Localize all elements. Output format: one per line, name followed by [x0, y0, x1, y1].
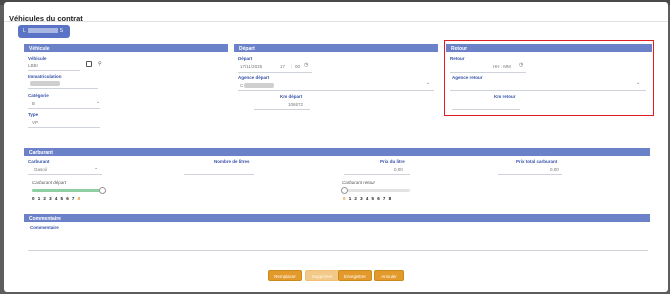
vehicle-checkbox[interactable]	[86, 61, 92, 67]
registration-label: Immatriculation	[28, 74, 62, 79]
fuel-start-fill	[32, 189, 102, 192]
delete-button[interactable]: Supprimer	[305, 270, 339, 281]
search-icon[interactable]: ⚲	[98, 62, 102, 67]
agency-redacted	[244, 83, 274, 88]
chevron-down-icon[interactable]: ⌄	[636, 81, 640, 86]
fuel-return-ticks: 012345678	[343, 196, 394, 201]
chevron-down-icon[interactable]: ⌄	[426, 81, 430, 86]
save-button[interactable]: Enregistrer	[338, 270, 372, 281]
fuel-start-ticks: 012345678	[32, 196, 83, 201]
liters-label: Nombre de litres	[214, 159, 250, 164]
fuel-start-label: Carburant départ	[32, 180, 67, 185]
comment-label: Commentaire	[30, 225, 59, 230]
fuel-tick-label: 8	[77, 196, 84, 201]
departure-hour[interactable]: 17	[280, 64, 285, 69]
category-select[interactable]: B	[32, 101, 35, 106]
departure-agency-value[interactable]: C	[240, 83, 243, 88]
total-label: Prix total carburant	[516, 159, 558, 164]
fuel-return-slider[interactable]	[344, 189, 410, 192]
vehicle-contract-modal: Véhicules du contrat LS Véhicule Véhicul…	[4, 2, 668, 292]
price-value[interactable]: 0,00	[394, 167, 403, 172]
departure-label: Départ	[238, 56, 253, 61]
vehicle-tab-chip[interactable]: LS	[18, 25, 70, 38]
vehicle-value[interactable]: LBBI	[28, 63, 38, 68]
departure-km-value: 106572	[288, 102, 304, 107]
departure-agency-label: Agence départ	[238, 75, 270, 80]
modal-title: Véhicules du contrat	[9, 14, 83, 23]
chevron-down-icon[interactable]: ⌄	[94, 166, 98, 171]
fuel-start-knob[interactable]	[98, 187, 106, 194]
departure-km-label: Km départ	[280, 94, 303, 99]
comment-panel-header: Commentaire	[24, 214, 650, 222]
type-value: VP	[32, 120, 39, 125]
modal-header: Véhicules du contrat	[4, 2, 668, 23]
fuel-tick-label: 8	[388, 196, 395, 201]
tab-redacted	[27, 28, 58, 34]
registration-redacted	[30, 81, 60, 86]
fuel-label: Carburant	[28, 159, 50, 164]
total-value: 0,00	[550, 167, 559, 172]
price-label: Prix du litre	[380, 159, 405, 164]
clock-icon[interactable]: ◷	[519, 63, 523, 68]
fuel-panel-header: Carburant	[24, 148, 650, 156]
fuel-start-slider[interactable]	[32, 189, 102, 192]
departure-minute[interactable]: 00	[295, 64, 300, 69]
fuel-return-knob[interactable]	[340, 187, 348, 194]
clock-icon[interactable]: ◷	[304, 63, 308, 68]
vehicle-panel-header: Véhicule	[24, 44, 228, 52]
tab-suffix: S	[59, 28, 64, 34]
tab-prefix: L	[23, 28, 26, 34]
return-panel-header: Retour	[446, 44, 652, 52]
comment-field[interactable]	[28, 250, 648, 251]
vehicle-label: Véhicule	[28, 56, 47, 61]
departure-panel-header: Départ	[234, 44, 438, 52]
cancel-button[interactable]: Annuler	[374, 270, 404, 281]
type-label: Type	[28, 112, 39, 117]
return-km-label: Km retour	[494, 94, 516, 99]
replace-button[interactable]: Remplacer	[268, 270, 302, 281]
return-agency-label: Agence retour	[452, 75, 483, 80]
fuel-select[interactable]: Gasoil	[34, 167, 47, 172]
departure-time-sep: :	[291, 64, 293, 69]
return-time-input[interactable]: HH : MM	[493, 64, 511, 69]
return-label: Retour	[450, 56, 465, 61]
fuel-return-label: Carburant retour	[342, 180, 376, 185]
chevron-down-icon[interactable]: ⌄	[96, 100, 100, 105]
category-label: Catégorie	[28, 93, 49, 98]
departure-date[interactable]: 17/11/2025	[240, 64, 262, 69]
